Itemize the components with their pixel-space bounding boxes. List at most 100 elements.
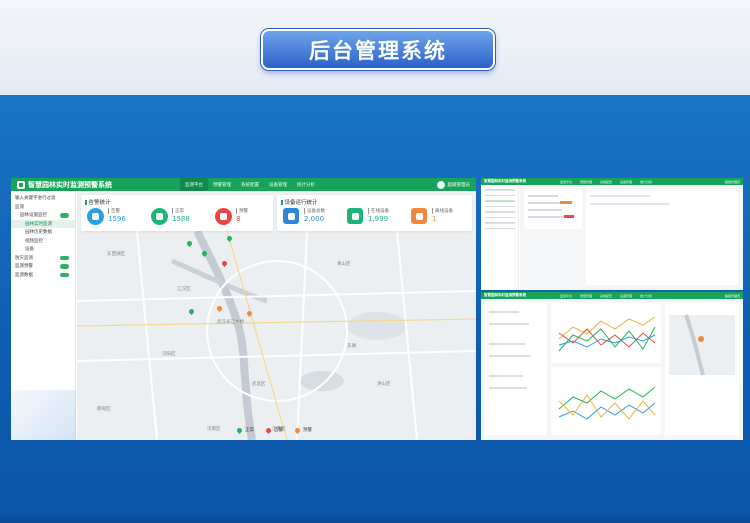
map-place-label: 汉南区 (207, 427, 221, 432)
toggle-switch[interactable] (60, 213, 69, 218)
avatar (436, 180, 445, 189)
sidebar-item-label: 监测预警 (15, 264, 33, 270)
map-legend: 正常 告警 预警 (235, 426, 312, 434)
sidebar-item-disaster[interactable]: 防灾监测 (11, 254, 75, 263)
sidebar-item-label: 园林设施监控 (20, 213, 47, 219)
map-place-label: 武汉长江大桥 (217, 320, 244, 325)
preview-nav-item: 系统配置 (600, 179, 613, 184)
sidebar-item-label: 监测数据 (15, 272, 33, 278)
sidebar-filter-input[interactable]: 输入关键字进行过滤 (11, 194, 75, 203)
legend-warning: 预警 (293, 426, 312, 434)
nav-item-alerts[interactable]: 预警管理 (208, 178, 236, 191)
preview-user: 超级管理员 (724, 293, 740, 298)
preview-nav-item: 设备管理 (620, 179, 633, 184)
sidebar-item-history[interactable]: 园林历史数据 (11, 228, 75, 237)
city-map[interactable]: 东湖 武汉长江大桥 江汉区 武昌区 洪山区 汉阳区 青山区 蔡甸区 江夏区 东西湖区 汉南区 正常 … (77, 231, 476, 440)
offline-icon (411, 208, 427, 224)
preview-nav: 监测平台 预警管理 系统配置 设备管理 统计分析 (556, 294, 656, 298)
preview-nav-item: 预警管理 (580, 179, 593, 184)
stat-warning: 预警 8 (215, 207, 275, 229)
map-canvas (77, 231, 476, 440)
user-name: 超级管理员 (447, 182, 471, 188)
sidebar-decoration (11, 390, 76, 440)
map-place-label: 江汉区 (177, 287, 191, 292)
sidebar-item-warning[interactable]: 监测预警 (11, 262, 75, 271)
preview-nav-item: 统计分析 (640, 293, 653, 298)
nav-item-config[interactable]: 系统配置 (236, 178, 264, 191)
sidebar-item-facility[interactable]: 园林设施监控 (11, 211, 75, 220)
preview-header: 智慧园林实时监测预警系统 监测平台 预警管理 系统配置 设备管理 统计分析 超级… (481, 292, 743, 299)
toggle-switch[interactable] (60, 264, 69, 269)
stat-label: 在线设备 (368, 208, 389, 214)
map-place-label: 汉阳区 (162, 352, 176, 357)
sidebar-item-monitor[interactable]: 监测 (11, 203, 75, 212)
preview-title: 智慧园林实时监测预警系统 (484, 179, 526, 183)
stat-value: 1596 (108, 215, 126, 223)
nav-item-devices[interactable]: 设备管理 (264, 178, 292, 191)
sidebar: 输入关键字进行过滤 监测 园林设施监控 园林实时监测 园林历史数据 视频监控 设… (11, 191, 76, 440)
device-stats-card: 设备运行统计 设备总数 2,000 在线设备 1,999 离线设备 1 (277, 195, 472, 231)
preview-nav-item: 监测平台 (560, 179, 573, 184)
stat-label: 设备总数 (304, 208, 325, 214)
preview-window-top: 智慧园林实时监测预警系统 监测平台 预警管理 系统配置 设备管理 统计分析 超级… (481, 178, 743, 290)
stat-label: 正常 (172, 208, 184, 214)
stat-value: 1588 (172, 215, 190, 223)
stat-label: 告警 (108, 208, 120, 214)
dashboard-content: 东湖 武汉长江大桥 江汉区 武昌区 洪山区 汉阳区 青山区 蔡甸区 江夏区 东西湖区 汉南区 正常 … (77, 191, 476, 440)
alarm-stats-card: 告警统计 告警 1596 正常 1588 预警 8 (81, 195, 273, 231)
map-place-label: 东湖 (347, 344, 356, 349)
preview-charts (485, 303, 739, 435)
sidebar-item-label: 监测 (15, 204, 24, 210)
toggle-switch[interactable] (60, 272, 69, 277)
warning-icon (215, 208, 232, 225)
alarm-icon (87, 208, 104, 225)
preview-nav-item: 设备管理 (620, 293, 633, 298)
stat-offline-devices: 离线设备 1 (411, 207, 471, 229)
main-app-window: 智慧园林实时监测预警系统 监测平台 预警管理 系统配置 设备管理 统计分析 超级… (11, 178, 476, 440)
stat-value: 2,000 (304, 215, 325, 223)
stat-value: 1 (432, 215, 437, 223)
marker-icon (264, 426, 273, 434)
card-title: 告警统计 (85, 198, 111, 206)
card-title: 设备运行统计 (281, 198, 318, 206)
legend-normal: 正常 (235, 426, 254, 434)
sidebar-item-data[interactable]: 监测数据 (11, 271, 75, 280)
map-place-label: 青山区 (337, 262, 351, 267)
preview-nav: 监测平台 预警管理 系统配置 设备管理 统计分析 (556, 180, 656, 184)
normal-icon (151, 208, 168, 225)
legend-label: 告警 (274, 428, 283, 433)
nav-item-stats[interactable]: 统计分析 (292, 178, 320, 191)
stat-value: 8 (236, 215, 241, 223)
app-header: 智慧园林实时监测预警系统 监测平台 预警管理 系统配置 设备管理 统计分析 超级… (11, 178, 476, 191)
preview-sidebar (481, 185, 519, 290)
map-place-label: 武昌区 (252, 382, 266, 387)
panel-bottom-strip (0, 513, 750, 523)
map-place-label: 蔡甸区 (97, 407, 111, 412)
preview-body (520, 185, 743, 290)
sidebar-item-label: 输入关键字进行过滤 (15, 196, 56, 202)
preview-form (524, 189, 738, 285)
preview-user: 超级管理员 (724, 179, 740, 184)
preview-nav-item: 监测平台 (560, 293, 573, 298)
home-icon (17, 180, 25, 189)
top-nav: 监测平台 预警管理 系统配置 设备管理 统计分析 (180, 178, 320, 191)
stat-value: 1,999 (368, 215, 389, 223)
sidebar-item-label: 防灾监测 (15, 255, 33, 261)
sidebar-item-label: 园林实时监测 (25, 221, 52, 227)
nav-item-monitor[interactable]: 监测平台 (180, 178, 208, 191)
toggle-switch[interactable] (60, 255, 69, 260)
stat-alarm: 告警 1596 (87, 207, 147, 229)
preview-nav-item: 系统配置 (600, 293, 613, 298)
page-title: 后台管理系统 (261, 29, 495, 70)
sidebar-item-label: 设备 (25, 247, 34, 253)
preview-window-bottom: 智慧园林实时监测预警系统 监测平台 预警管理 系统配置 设备管理 统计分析 超级… (481, 292, 743, 440)
sidebar-item-label: 视频监控 (25, 238, 43, 244)
online-icon (347, 208, 363, 224)
sidebar-item-video[interactable]: 视频监控 (11, 237, 75, 246)
preview-nav-item: 统计分析 (640, 179, 653, 184)
user-menu[interactable]: 超级管理员 (436, 180, 471, 189)
sidebar-item-realtime[interactable]: 园林实时监测 (11, 219, 75, 228)
app-title: 智慧园林实时监测预警系统 (28, 180, 112, 189)
map-place-label: 洪山区 (377, 382, 391, 387)
sidebar-item-device[interactable]: 设备 (11, 245, 75, 254)
